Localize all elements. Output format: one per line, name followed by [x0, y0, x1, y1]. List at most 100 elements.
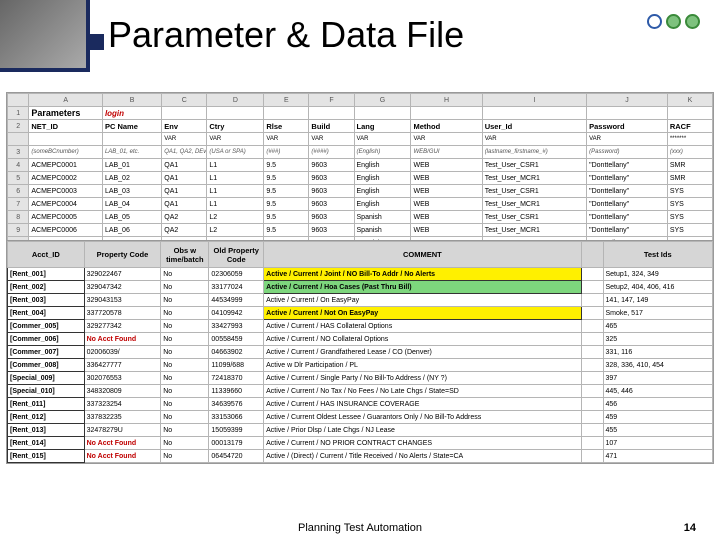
old-code: 11099/688	[209, 359, 264, 372]
comment-cell: Active / Prior Dlsp / Late Chgs / NJ Lea…	[264, 424, 581, 437]
page-number: 14	[684, 522, 696, 534]
test-ids: Smoke, 517	[603, 307, 713, 320]
data-cell: English	[354, 172, 411, 185]
data-sheet: Acct_IDProperty CodeObs w time/batchOld …	[6, 240, 714, 464]
column-header: NET_ID	[29, 120, 103, 133]
data-cell: L1	[207, 185, 264, 198]
login-label: login	[102, 107, 161, 120]
data-cell: "Donttellany"	[587, 211, 668, 224]
acct-id: [Rent_002]	[8, 281, 85, 294]
var-tag: VAR	[411, 133, 482, 146]
old-code: 33427993	[209, 320, 264, 333]
slide-footer: Planning Test Automation 14	[0, 522, 720, 534]
var-tag: VAR	[207, 133, 264, 146]
data-cell: QA1	[162, 159, 207, 172]
obs-cell: No	[161, 372, 209, 385]
column-header: Property Code	[84, 242, 161, 268]
col-letter: K	[667, 94, 712, 107]
col-letter: D	[207, 94, 264, 107]
obs-cell: No	[161, 320, 209, 333]
obs-cell: No	[161, 385, 209, 398]
footer-text: Planning Test Automation	[298, 522, 422, 534]
var-tag: VAR	[162, 133, 207, 146]
column-header: Lang	[354, 120, 411, 133]
column-header: Password	[587, 120, 668, 133]
old-code: 06454720	[209, 450, 264, 463]
property-code: No Acct Found	[84, 333, 161, 346]
corner-dots	[647, 14, 700, 29]
data-cell: Test_User_CSR1	[482, 211, 586, 224]
old-code: 02306059	[209, 268, 264, 281]
table-row: [Rent_015]No Acct FoundNo06454720Active …	[8, 450, 713, 463]
acct-id: [Commer_007]	[8, 346, 85, 359]
obs-cell: No	[161, 333, 209, 346]
column-header: Method	[411, 120, 482, 133]
data-cell: SYS	[667, 198, 712, 211]
column-header	[581, 242, 603, 268]
property-code: 302076553	[84, 372, 161, 385]
comment-cell: Active / Current / HAS INSURANCE COVERAG…	[264, 398, 581, 411]
table-row: [Special_010]348320809No11339660Active /…	[8, 385, 713, 398]
data-cell: 9603	[309, 185, 354, 198]
comment-cell: Active / Current / NO PRIOR CONTRACT CHA…	[264, 437, 581, 450]
data-cell: WEB	[411, 185, 482, 198]
column-header: Ctry	[207, 120, 264, 133]
dot-icon	[666, 14, 681, 29]
data-cell: Test_User_CSR1	[482, 185, 586, 198]
test-ids: 141, 147, 149	[603, 294, 713, 307]
col-letter: B	[102, 94, 161, 107]
data-cell: QA1	[162, 198, 207, 211]
var-desc: (lastname_firstname_#)	[482, 146, 586, 159]
property-code: No Acct Found	[84, 437, 161, 450]
column-header: Env	[162, 120, 207, 133]
old-code: 04663902	[209, 346, 264, 359]
data-cell: QA1	[162, 172, 207, 185]
data-cell: 9603	[309, 198, 354, 211]
test-ids: 465	[603, 320, 713, 333]
comment-cell: Active / (Direct) / Current / Title Rece…	[264, 450, 581, 463]
slide-title: Parameter & Data File	[108, 14, 464, 56]
col-letter: C	[162, 94, 207, 107]
navy-accent	[90, 34, 104, 50]
table-row: [Commer_007]02006039/No04663902Active / …	[8, 346, 713, 359]
var-tag: *******	[667, 133, 712, 146]
test-ids: 107	[603, 437, 713, 450]
column-header: Rlse	[264, 120, 309, 133]
var-desc: QA1, QA2, DEv	[162, 146, 207, 159]
comment-cell: Active / Current / On EasyPay	[264, 294, 581, 307]
old-code: 00558459	[209, 333, 264, 346]
dot-icon	[685, 14, 700, 29]
corner-decoration	[0, 0, 90, 72]
test-ids: 331, 116	[603, 346, 713, 359]
test-ids: 456	[603, 398, 713, 411]
obs-cell: No	[161, 281, 209, 294]
property-code: 32478279U	[84, 424, 161, 437]
column-header: Build	[309, 120, 354, 133]
comment-cell: Active / Current / NO Collateral Options	[264, 333, 581, 346]
data-cell: "Donttellany"	[587, 224, 668, 237]
data-cell: SMR	[667, 159, 712, 172]
obs-cell: No	[161, 294, 209, 307]
col-letter: A	[29, 94, 103, 107]
data-cell: LAB_04	[102, 198, 161, 211]
data-cell: L2	[207, 211, 264, 224]
property-code: 337323254	[84, 398, 161, 411]
col-letter: I	[482, 94, 586, 107]
comment-cell: Active / Current / Joint / NO Bill-To Ad…	[264, 268, 581, 281]
table-row: [Rent_002]329047342No33177024Active / Cu…	[8, 281, 713, 294]
table-row: [Rent_001]329022467No02306059Active / Cu…	[8, 268, 713, 281]
test-ids: Setup1, 324, 349	[603, 268, 713, 281]
var-tag	[102, 133, 161, 146]
comment-cell: Active / Current / No Tax / No Fees / No…	[264, 385, 581, 398]
data-cell: QA1	[162, 185, 207, 198]
col-letter: G	[354, 94, 411, 107]
data-cell: Test_User_MCR1	[482, 198, 586, 211]
column-header: Obs w time/batch	[161, 242, 209, 268]
var-desc: (English)	[354, 146, 411, 159]
acct-id: [Rent_001]	[8, 268, 85, 281]
comment-cell: Active / Current / Hoa Cases (Past Thru …	[264, 281, 581, 294]
acct-id: [Commer_005]	[8, 320, 85, 333]
obs-cell: No	[161, 424, 209, 437]
old-code: 44534999	[209, 294, 264, 307]
data-cell: LAB_05	[102, 211, 161, 224]
